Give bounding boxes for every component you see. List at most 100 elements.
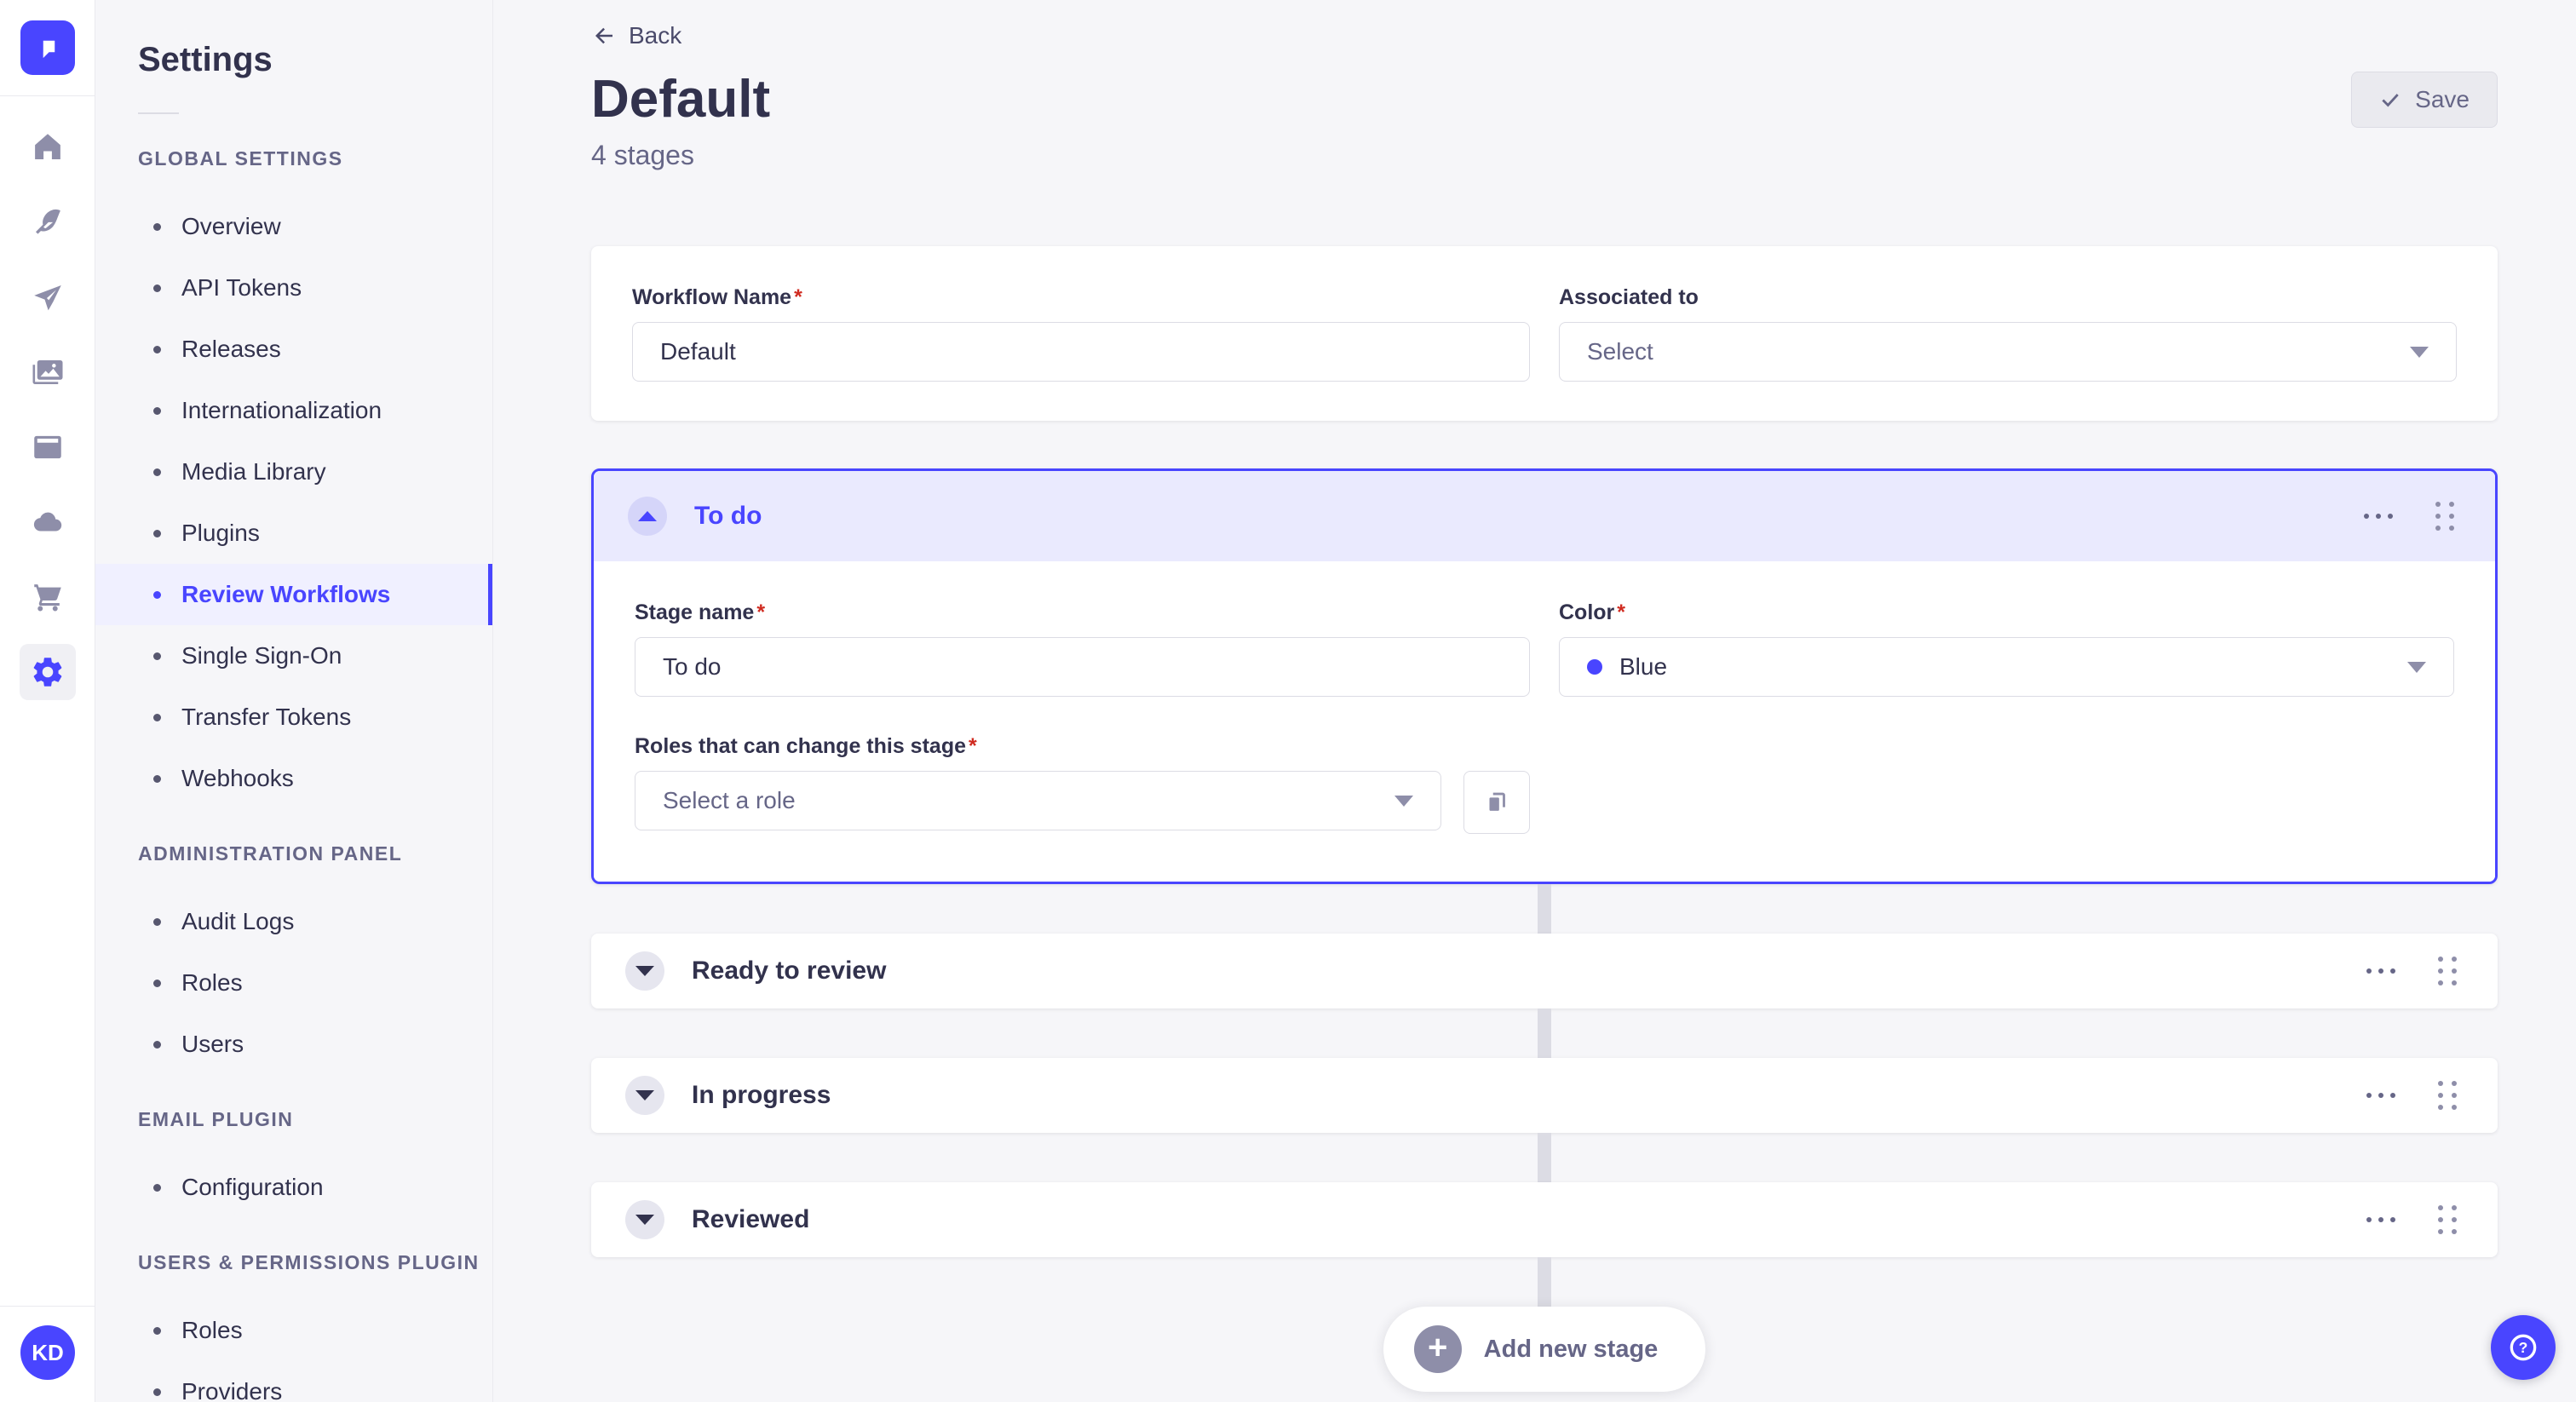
check-icon (2382, 94, 2399, 107)
chevron-down-icon (2407, 661, 2426, 673)
user-avatar[interactable]: KD (20, 1325, 75, 1380)
sidebar-item-admin-roles[interactable]: Roles (95, 952, 492, 1014)
cloud-icon[interactable] (0, 485, 95, 560)
save-label: Save (2415, 86, 2470, 112)
sidebar-item-internationalization[interactable]: Internationalization (95, 380, 492, 441)
color-select[interactable]: Blue (1559, 637, 2454, 697)
drag-handle-icon[interactable] (2429, 495, 2461, 537)
app-root: KD Settings GLOBAL SETTINGS Overview API… (0, 0, 2576, 1402)
add-stage-label: Add new stage (1483, 1335, 1659, 1363)
home-icon[interactable] (0, 110, 95, 185)
select-placeholder: Select a role (663, 787, 796, 813)
stage-card-ready-to-review[interactable]: Ready to review (591, 934, 2498, 1008)
add-new-stage-button[interactable]: + Add new stage (1383, 1307, 1706, 1392)
stage-name-label: Stage name * (635, 600, 766, 624)
stage-menu-button[interactable] (2357, 507, 2400, 526)
workflow-name-input[interactable] (632, 322, 1530, 382)
sidebar-item-releases[interactable]: Releases (95, 319, 492, 380)
bullet-icon (153, 222, 161, 231)
drag-handle-icon[interactable] (2431, 950, 2464, 992)
associated-to-select[interactable]: Select (1559, 322, 2457, 382)
sidebar-item-label: Configuration (181, 1174, 324, 1200)
stage-title: To do (694, 502, 762, 530)
arrow-left-icon (595, 27, 612, 44)
stage-connector (1538, 1133, 1551, 1182)
sidebar-item-audit-logs[interactable]: Audit Logs (95, 891, 492, 952)
settings-subnav: Settings GLOBAL SETTINGS Overview API To… (95, 0, 493, 1402)
expand-stage-button[interactable] (625, 1200, 664, 1239)
gear-active-background (19, 644, 76, 700)
gear-icon[interactable] (0, 635, 95, 710)
sidebar-item-label: Transfer Tokens (181, 704, 352, 730)
sidebar-item-overview[interactable]: Overview (95, 196, 492, 257)
sidebar-item-admin-users[interactable]: Users (95, 1014, 492, 1075)
drag-handle-icon[interactable] (2431, 1074, 2464, 1117)
stage-menu-button[interactable] (2360, 1210, 2402, 1229)
expand-stage-button[interactable] (625, 1076, 664, 1115)
stage-card-reviewed[interactable]: Reviewed (591, 1182, 2498, 1257)
stage-card-in-progress[interactable]: In progress (591, 1058, 2498, 1133)
stage-header-to-do[interactable]: To do (594, 471, 2495, 561)
stage-editor: Stage name* Color* Blue (594, 561, 2495, 882)
question-mark-icon: ? (2510, 1334, 2537, 1361)
cart-icon[interactable] (0, 560, 95, 635)
sidebar-item-webhooks[interactable]: Webhooks (95, 748, 492, 809)
required-asterisk: * (1617, 600, 1626, 624)
stage-name-field: Stage name * (635, 600, 1530, 697)
duplicate-stage-button[interactable] (1463, 771, 1530, 834)
sidebar-item-review-workflows[interactable]: Review Workflows (95, 564, 492, 625)
chevron-up-icon (638, 511, 657, 521)
bullet-icon (153, 917, 161, 926)
stage-title: Ready to review (692, 957, 887, 985)
sidebar-item-email-configuration[interactable]: Configuration (95, 1157, 492, 1218)
sidebar-item-transfer-tokens[interactable]: Transfer Tokens (95, 687, 492, 748)
workflow-form-card: Workflow Name* Associated to Select (591, 246, 2498, 421)
help-button[interactable]: ? (2491, 1315, 2556, 1380)
required-asterisk: * (756, 600, 766, 624)
stage-card-to-do: To do Stage name* Color* (591, 468, 2498, 884)
page-header: Default 4 stages Save (591, 70, 2498, 171)
save-button[interactable]: Save (2351, 72, 2498, 128)
settings-panel-title: Settings (138, 41, 273, 78)
stage-menu-button[interactable] (2360, 962, 2402, 980)
sidebar-item-plugins[interactable]: Plugins (95, 503, 492, 564)
sidebar-item-label: Audit Logs (181, 908, 295, 934)
stage-name-input[interactable] (635, 637, 1530, 697)
paper-plane-icon[interactable] (0, 260, 95, 335)
layout-icon[interactable] (0, 410, 95, 485)
bullet-icon (153, 468, 161, 476)
roles-select[interactable]: Select a role (635, 771, 1441, 830)
bullet-icon (153, 1040, 161, 1049)
select-placeholder: Select (1587, 338, 1653, 365)
color-label: Color * (1559, 600, 1626, 624)
required-asterisk: * (794, 285, 802, 309)
collapse-stage-button[interactable] (628, 497, 667, 536)
sidebar-item-label: Internationalization (181, 397, 382, 423)
sidebar-item-label: Users (181, 1031, 244, 1057)
color-value: Blue (1619, 653, 1668, 680)
sidebar-item-api-tokens[interactable]: API Tokens (95, 257, 492, 319)
stage-connector (1538, 1257, 1551, 1307)
sidebar-item-up-roles[interactable]: Roles (95, 1300, 492, 1361)
chevron-down-icon (635, 1090, 654, 1100)
strapi-logo[interactable] (20, 20, 75, 75)
strapi-logo-glyph (43, 40, 55, 58)
stage-title: Reviewed (692, 1205, 810, 1233)
drag-handle-icon[interactable] (2431, 1198, 2464, 1241)
section-administration-panel: ADMINISTRATION PANEL (138, 842, 403, 865)
stage-count: 4 stages (591, 140, 694, 170)
sidebar-item-single-sign-on[interactable]: Single Sign-On (95, 625, 492, 687)
back-label: Back (629, 22, 682, 49)
section-global-settings: GLOBAL SETTINGS (138, 147, 343, 170)
images-icon[interactable] (0, 335, 95, 410)
feather-icon[interactable] (0, 185, 95, 260)
sidebar-item-label: Releases (181, 336, 281, 362)
expand-stage-button[interactable] (625, 951, 664, 991)
sidebar-item-label: API Tokens (181, 274, 302, 301)
bullet-icon (153, 1183, 161, 1192)
sidebar-item-up-providers[interactable]: Providers (95, 1361, 492, 1402)
sidebar-item-media-library[interactable]: Media Library (95, 441, 492, 503)
back-link[interactable]: Back (591, 22, 681, 49)
bullet-icon (153, 713, 161, 721)
stage-menu-button[interactable] (2360, 1086, 2402, 1105)
